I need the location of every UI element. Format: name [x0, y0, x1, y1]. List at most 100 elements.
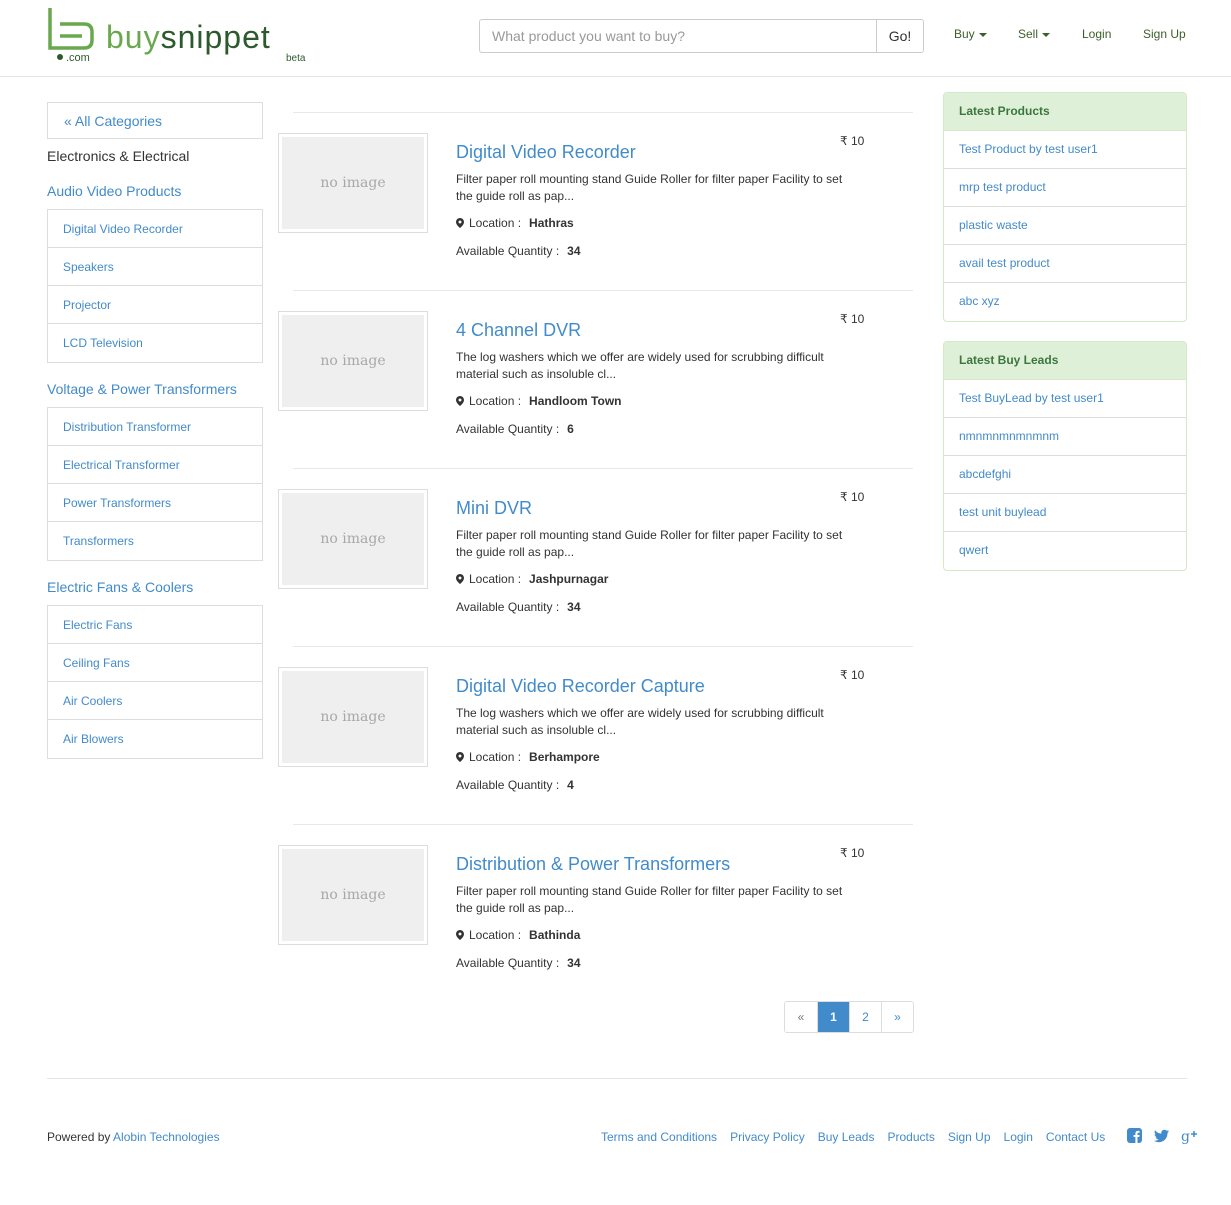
panel-heading: Latest Products: [944, 93, 1186, 131]
category-item[interactable]: Electric Fans: [48, 606, 262, 644]
category-list: Distribution Transformer Electrical Tran…: [47, 407, 263, 561]
product-image[interactable]: no image: [278, 311, 428, 411]
category-group-title[interactable]: Voltage & Power Transformers: [47, 381, 237, 397]
product-quantity: Available Quantity :34: [456, 600, 581, 614]
company-link[interactable]: Alobin Technologies: [113, 1130, 220, 1144]
category-item[interactable]: Ceiling Fans: [48, 644, 262, 682]
svg-text:buysnippet: buysnippet: [106, 19, 271, 55]
divider: [293, 112, 913, 113]
product-price: ₹ 10: [840, 312, 865, 326]
category-group-title[interactable]: Audio Video Products: [47, 183, 181, 199]
no-image-placeholder: no image: [282, 493, 424, 585]
caret-down-icon: [1042, 32, 1051, 37]
buy-lead-link[interactable]: test unit buylead: [944, 494, 1186, 532]
latest-product-link[interactable]: Test Product by test user1: [944, 131, 1186, 169]
category-item[interactable]: Speakers: [48, 248, 262, 286]
product-title[interactable]: Digital Video Recorder Capture: [456, 676, 705, 697]
category-item[interactable]: LCD Television: [48, 324, 262, 362]
product-image[interactable]: no image: [278, 667, 428, 767]
nav-sell-dropdown[interactable]: Sell: [1018, 27, 1051, 41]
footer-link-products[interactable]: Products: [887, 1130, 934, 1144]
no-image-placeholder: no image: [282, 137, 424, 229]
buy-lead-link[interactable]: Test BuyLead by test user1: [944, 380, 1186, 418]
product-image[interactable]: no image: [278, 489, 428, 589]
latest-product-link[interactable]: avail test product: [944, 245, 1186, 283]
product-title[interactable]: Mini DVR: [456, 498, 532, 519]
no-image-placeholder: no image: [282, 671, 424, 763]
divider: [293, 824, 913, 825]
nav-buy-dropdown[interactable]: Buy: [954, 27, 987, 41]
divider: [293, 646, 913, 647]
product-title[interactable]: 4 Channel DVR: [456, 320, 581, 341]
product-description: The log washers which we offer are widel…: [456, 350, 824, 381]
footer-link-contact[interactable]: Contact Us: [1046, 1130, 1105, 1144]
product-price: ₹ 10: [840, 490, 865, 504]
product-description: Filter paper roll mounting stand Guide R…: [456, 528, 843, 559]
buy-lead-link[interactable]: nmnmnmnmnmnm: [944, 418, 1186, 456]
product-image[interactable]: no image: [278, 133, 428, 233]
category-item[interactable]: Digital Video Recorder: [48, 210, 262, 248]
map-marker-icon: [456, 218, 464, 228]
nav-signup-link[interactable]: Sign Up: [1143, 27, 1186, 41]
category-item[interactable]: Distribution Transformer: [48, 408, 262, 446]
footer-link-buy-leads[interactable]: Buy Leads: [818, 1130, 875, 1144]
product-quantity: Available Quantity :4: [456, 778, 574, 792]
product-title[interactable]: Distribution & Power Transformers: [456, 854, 730, 875]
footer-link-login[interactable]: Login: [1004, 1130, 1033, 1144]
twitter-icon[interactable]: [1154, 1128, 1170, 1144]
latest-product-link[interactable]: mrp test product: [944, 169, 1186, 207]
svg-text:g: g: [1181, 1129, 1190, 1144]
current-category: Electronics & Electrical: [47, 148, 190, 164]
map-marker-icon: [456, 752, 464, 762]
footer-links: Terms and Conditions Privacy Policy Buy …: [601, 1130, 1118, 1144]
product-location: Location : Bathinda: [456, 928, 580, 942]
footer-link-terms[interactable]: Terms and Conditions: [601, 1130, 717, 1144]
category-item[interactable]: Air Blowers: [48, 720, 262, 758]
category-item[interactable]: Transformers: [48, 522, 262, 560]
buy-lead-link[interactable]: qwert: [944, 532, 1186, 570]
category-list: Electric Fans Ceiling Fans Air Coolers A…: [47, 605, 263, 759]
category-group-title[interactable]: Electric Fans & Coolers: [47, 579, 193, 595]
category-item[interactable]: Air Coolers: [48, 682, 262, 720]
all-categories-link[interactable]: « All Categories: [47, 102, 263, 139]
category-item[interactable]: Power Transformers: [48, 484, 262, 522]
pagination: « 1 2 »: [784, 1001, 914, 1033]
footer-link-privacy[interactable]: Privacy Policy: [730, 1130, 805, 1144]
panel-heading: Latest Buy Leads: [944, 342, 1186, 380]
product-location: Location : Berhampore: [456, 750, 600, 764]
buy-lead-link[interactable]: abcdefghi: [944, 456, 1186, 494]
product-price: ₹ 10: [840, 134, 865, 148]
latest-product-link[interactable]: abc xyz: [944, 283, 1186, 321]
product-price: ₹ 10: [840, 668, 865, 682]
site-header: .com buysnippet beta Go! Buy Sell Login …: [0, 0, 1231, 77]
pagination-page-1[interactable]: 1: [817, 1002, 849, 1032]
latest-product-link[interactable]: plastic waste: [944, 207, 1186, 245]
divider: [293, 468, 913, 469]
divider: [293, 290, 913, 291]
pagination-prev[interactable]: «: [785, 1002, 817, 1032]
product-description: Filter paper roll mounting stand Guide R…: [456, 884, 843, 915]
search-bar: Go!: [479, 19, 924, 53]
category-list: Digital Video Recorder Speakers Projecto…: [47, 209, 263, 363]
product-price: ₹ 10: [840, 846, 865, 860]
buysnippet-logo[interactable]: .com buysnippet beta: [46, 6, 326, 64]
no-image-placeholder: no image: [282, 315, 424, 407]
map-marker-icon: [456, 930, 464, 940]
pagination-page-2[interactable]: 2: [849, 1002, 881, 1032]
facebook-icon[interactable]: [1127, 1128, 1143, 1144]
category-item[interactable]: Projector: [48, 286, 262, 324]
google-plus-icon[interactable]: g: [1181, 1128, 1197, 1144]
product-title[interactable]: Digital Video Recorder: [456, 142, 636, 163]
powered-by-label: Powered by: [47, 1130, 111, 1144]
product-quantity: Available Quantity :34: [456, 244, 581, 258]
footer-link-signup[interactable]: Sign Up: [948, 1130, 991, 1144]
footer-divider: [47, 1078, 1187, 1079]
category-item[interactable]: Electrical Transformer: [48, 446, 262, 484]
search-go-button[interactable]: Go!: [876, 19, 924, 53]
nav-login-link[interactable]: Login: [1082, 27, 1111, 41]
product-image[interactable]: no image: [278, 845, 428, 945]
svg-text:.com: .com: [66, 52, 90, 64]
nav-sell-label: Sell: [1018, 27, 1039, 41]
pagination-next[interactable]: »: [881, 1002, 913, 1032]
search-input[interactable]: [479, 19, 876, 53]
